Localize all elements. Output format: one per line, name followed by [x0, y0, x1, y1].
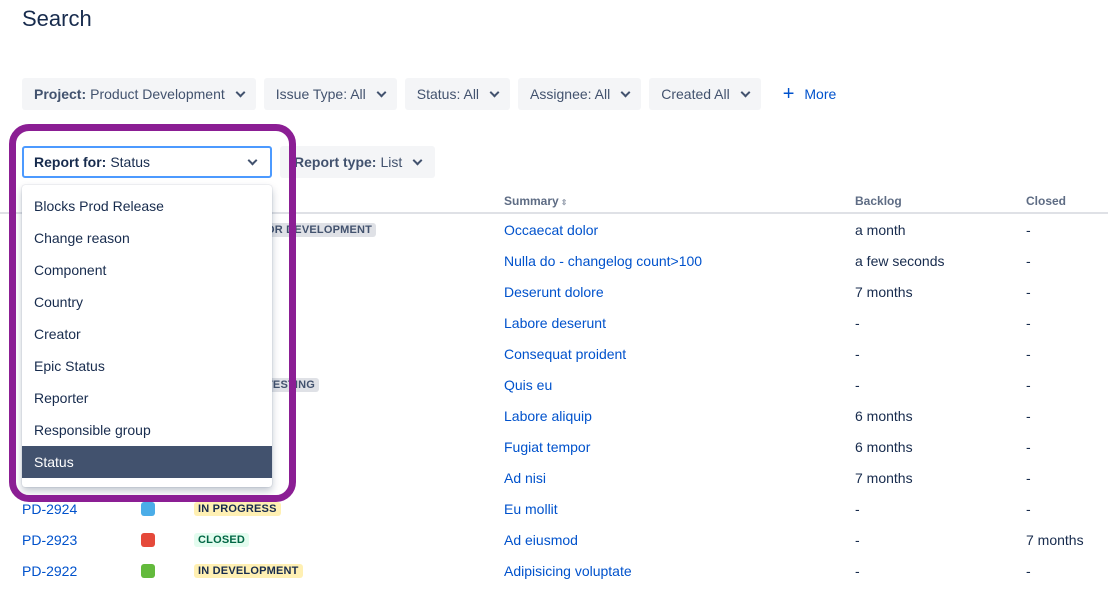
- more-label: More: [804, 86, 837, 102]
- report-type-select[interactable]: Report type: List: [280, 146, 436, 178]
- closed-cell: -: [1026, 470, 1031, 486]
- report-type-key: Report type:: [294, 154, 377, 170]
- issue-key-link[interactable]: PD-2923: [22, 532, 77, 548]
- report-for-key: Report for:: [34, 154, 107, 170]
- chevron-down-icon: [235, 87, 246, 97]
- project-filter-key: Project:: [34, 86, 87, 102]
- created-filter[interactable]: Created All: [649, 78, 761, 110]
- backlog-cell: -: [855, 563, 860, 579]
- issue-type-icon: [141, 564, 155, 578]
- summary-link[interactable]: Labore deserunt: [504, 315, 606, 331]
- chevron-down-icon: [620, 87, 631, 97]
- table-row: PD-2923 CLOSED Ad eiusmod - 7 months: [0, 525, 1108, 556]
- page-title: Search: [22, 6, 92, 31]
- backlog-cell: 7 months: [855, 284, 913, 300]
- issue-type-filter-label: Issue Type: All: [275, 86, 366, 102]
- summary-link[interactable]: Quis eu: [504, 377, 552, 393]
- status-lozenge: IN PROGRESS: [194, 502, 281, 516]
- closed-cell: -: [1026, 315, 1031, 331]
- dropdown-option[interactable]: Epic Status: [22, 350, 272, 382]
- chevron-down-icon: [489, 87, 500, 97]
- status-filter-label: Status: All: [416, 86, 480, 102]
- backlog-cell: 6 months: [855, 439, 913, 455]
- issue-type-icon: [141, 533, 155, 547]
- assignee-filter-label: Assignee: All: [530, 86, 611, 102]
- plus-icon: +: [782, 83, 795, 105]
- summary-link[interactable]: Nulla do - changelog count>100: [504, 253, 702, 269]
- backlog-cell: -: [855, 315, 860, 331]
- closed-cell: -: [1026, 563, 1031, 579]
- created-filter-label: Created All: [661, 86, 730, 102]
- dropdown-option[interactable]: Change reason: [22, 222, 272, 254]
- closed-cell: -: [1026, 408, 1031, 424]
- issue-key-link[interactable]: PD-2922: [22, 563, 77, 579]
- filter-bar: Project: Product Development Issue Type:…: [22, 78, 850, 110]
- report-for-dropdown-menu: Blocks Prod Release Change reason Componen…: [22, 185, 272, 487]
- project-filter[interactable]: Project: Product Development: [22, 78, 256, 110]
- report-type-value: List: [380, 154, 403, 170]
- summary-link[interactable]: Eu mollit: [504, 501, 558, 517]
- backlog-cell: a few seconds: [855, 253, 945, 269]
- status-filter[interactable]: Status: All: [404, 78, 511, 110]
- summary-link[interactable]: Ad eiusmod: [504, 532, 578, 548]
- dropdown-option[interactable]: Component: [22, 254, 272, 286]
- closed-column-header: Closed: [1026, 194, 1067, 208]
- chevron-down-icon: [376, 87, 387, 97]
- dropdown-option[interactable]: Reporter: [22, 382, 272, 414]
- issue-type-filter[interactable]: Issue Type: All: [263, 78, 397, 110]
- project-filter-value: Product Development: [90, 86, 225, 102]
- backlog-cell: -: [855, 377, 860, 393]
- closed-cell: -: [1026, 284, 1031, 300]
- summary-header-label: Summary: [504, 194, 559, 208]
- issue-type-icon: [141, 502, 155, 516]
- closed-cell: -: [1026, 346, 1031, 362]
- status-lozenge: CLOSED: [194, 533, 250, 547]
- backlog-cell: 7 months: [855, 470, 913, 486]
- assignee-filter[interactable]: Assignee: All: [518, 78, 642, 110]
- backlog-cell: -: [855, 532, 860, 548]
- closed-cell: -: [1026, 439, 1031, 455]
- issue-key-link[interactable]: PD-2924: [22, 501, 77, 517]
- dropdown-option[interactable]: Blocks Prod Release: [22, 190, 272, 222]
- sort-icon: ⇕: [560, 198, 568, 207]
- backlog-column-header: Backlog: [855, 194, 902, 208]
- status-lozenge: IN DEVELOPMENT: [194, 564, 303, 578]
- table-row: PD-2922 IN DEVELOPMENT Adipisicing volupta…: [0, 556, 1108, 587]
- closed-cell: -: [1026, 222, 1031, 238]
- dropdown-option[interactable]: Country: [22, 286, 272, 318]
- closed-cell: -: [1026, 253, 1031, 269]
- summary-link[interactable]: Consequat proident: [504, 346, 626, 362]
- summary-column-header[interactable]: Summary ⇕: [504, 194, 567, 208]
- summary-link[interactable]: Occaecat dolor: [504, 222, 598, 238]
- dropdown-option[interactable]: Status: [22, 446, 272, 478]
- summary-link[interactable]: Labore aliquip: [504, 408, 592, 424]
- chevron-down-icon: [740, 87, 751, 97]
- summary-link[interactable]: Deserunt dolore: [504, 284, 604, 300]
- backlog-cell: a month: [855, 222, 906, 238]
- summary-link[interactable]: Ad nisi: [504, 470, 546, 486]
- summary-link[interactable]: Adipisicing voluptate: [504, 563, 632, 579]
- chevron-down-icon: [247, 155, 258, 166]
- report-for-select[interactable]: Report for: Status: [22, 146, 272, 178]
- more-filters-button[interactable]: + More: [769, 78, 851, 110]
- backlog-cell: -: [855, 346, 860, 362]
- table-row: PD-2924 IN PROGRESS Eu mollit - -: [0, 494, 1108, 525]
- backlog-cell: 6 months: [855, 408, 913, 424]
- dropdown-option[interactable]: Creator: [22, 318, 272, 350]
- dropdown-option[interactable]: Responsible group: [22, 414, 272, 446]
- status-lozenge: OR DEVELOPMENT: [262, 223, 377, 237]
- backlog-cell: -: [855, 501, 860, 517]
- report-for-value: Status: [110, 154, 151, 170]
- chevron-down-icon: [412, 155, 423, 165]
- closed-cell: -: [1026, 501, 1031, 517]
- closed-cell: -: [1026, 377, 1031, 393]
- summary-link[interactable]: Fugiat tempor: [504, 439, 590, 455]
- closed-cell: 7 months: [1026, 532, 1084, 548]
